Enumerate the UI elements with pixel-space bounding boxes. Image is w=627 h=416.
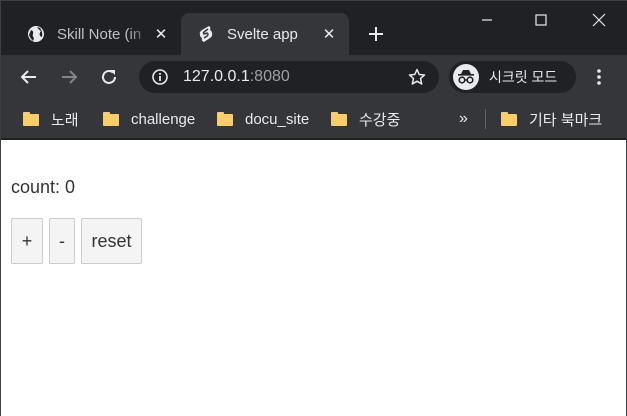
reset-button[interactable]: reset (81, 218, 142, 264)
forward-arrow-icon (62, 70, 78, 84)
folder-icon (501, 112, 517, 126)
folder-icon (217, 112, 233, 126)
new-tab-button[interactable] (363, 21, 389, 47)
reload-icon (102, 69, 116, 84)
browser-window: Skill Note (in ✕ Svelte app ✕ 127.0.0.1:… (0, 0, 627, 416)
close-tab-icon[interactable]: ✕ (151, 24, 171, 44)
maximize-button[interactable] (513, 1, 569, 39)
more-vert-icon (597, 69, 601, 85)
bookmark-folder-other[interactable]: 기타 북마크 (501, 107, 602, 131)
tab-svelte-app[interactable]: Svelte app ✕ (181, 13, 349, 55)
tab-skill-note[interactable]: Skill Note (in ✕ (15, 13, 181, 55)
incognito-icon (453, 64, 479, 90)
folder-icon (331, 112, 347, 126)
bookmark-folder-songs[interactable]: 노래 (23, 107, 79, 131)
bookmark-folder-challenge[interactable]: challenge (103, 107, 195, 131)
minimize-button[interactable] (459, 1, 515, 39)
bookmark-folder-docu-site[interactable]: docu_site (217, 107, 309, 131)
url-text: 127.0.0.1:8080 (183, 68, 290, 85)
close-window-button[interactable] (571, 1, 627, 39)
close-tab-icon[interactable]: ✕ (319, 24, 339, 44)
info-icon[interactable] (151, 68, 169, 86)
tab-title: Svelte app (227, 25, 298, 43)
svelte-icon (197, 25, 215, 43)
count-label: count: 0 (11, 177, 76, 197)
folder-icon (103, 112, 119, 126)
menu-button[interactable] (587, 63, 611, 91)
page-content: count: 0 + - reset (1, 140, 626, 416)
forward-button[interactable] (55, 63, 83, 91)
bookmarks-bar: 노래 challenge docu_site 수강중 » 기타 북마크 (1, 99, 627, 139)
bookmark-folder-studying[interactable]: 수강중 (331, 107, 400, 131)
toolbar: 127.0.0.1:8080 시크릿 모드 (1, 55, 627, 99)
bookmarks-divider (485, 109, 486, 129)
bookmark-star-icon[interactable] (407, 67, 427, 87)
back-button[interactable] (15, 63, 43, 91)
incognito-label: 시크릿 모드 (489, 69, 558, 85)
globe-icon (27, 25, 45, 43)
bookmark-label: 노래 (51, 111, 79, 129)
incognito-badge[interactable]: 시크릿 모드 (449, 61, 576, 93)
decrement-button[interactable]: - (49, 218, 75, 264)
back-arrow-icon (20, 70, 36, 84)
tab-strip: Skill Note (in ✕ Svelte app ✕ (1, 1, 627, 55)
bookmarks-overflow-button[interactable]: » (459, 107, 468, 131)
bookmark-label: 수강중 (359, 111, 401, 129)
bookmark-label: docu_site (245, 110, 310, 128)
address-bar[interactable]: 127.0.0.1:8080 (139, 61, 439, 93)
bookmark-label: 기타 북마크 (529, 111, 603, 129)
reload-button[interactable] (95, 63, 123, 91)
bookmark-label: challenge (131, 110, 196, 128)
increment-button[interactable]: + (11, 218, 43, 264)
folder-icon (23, 112, 39, 126)
tab-title: Skill Note (in (57, 25, 142, 43)
